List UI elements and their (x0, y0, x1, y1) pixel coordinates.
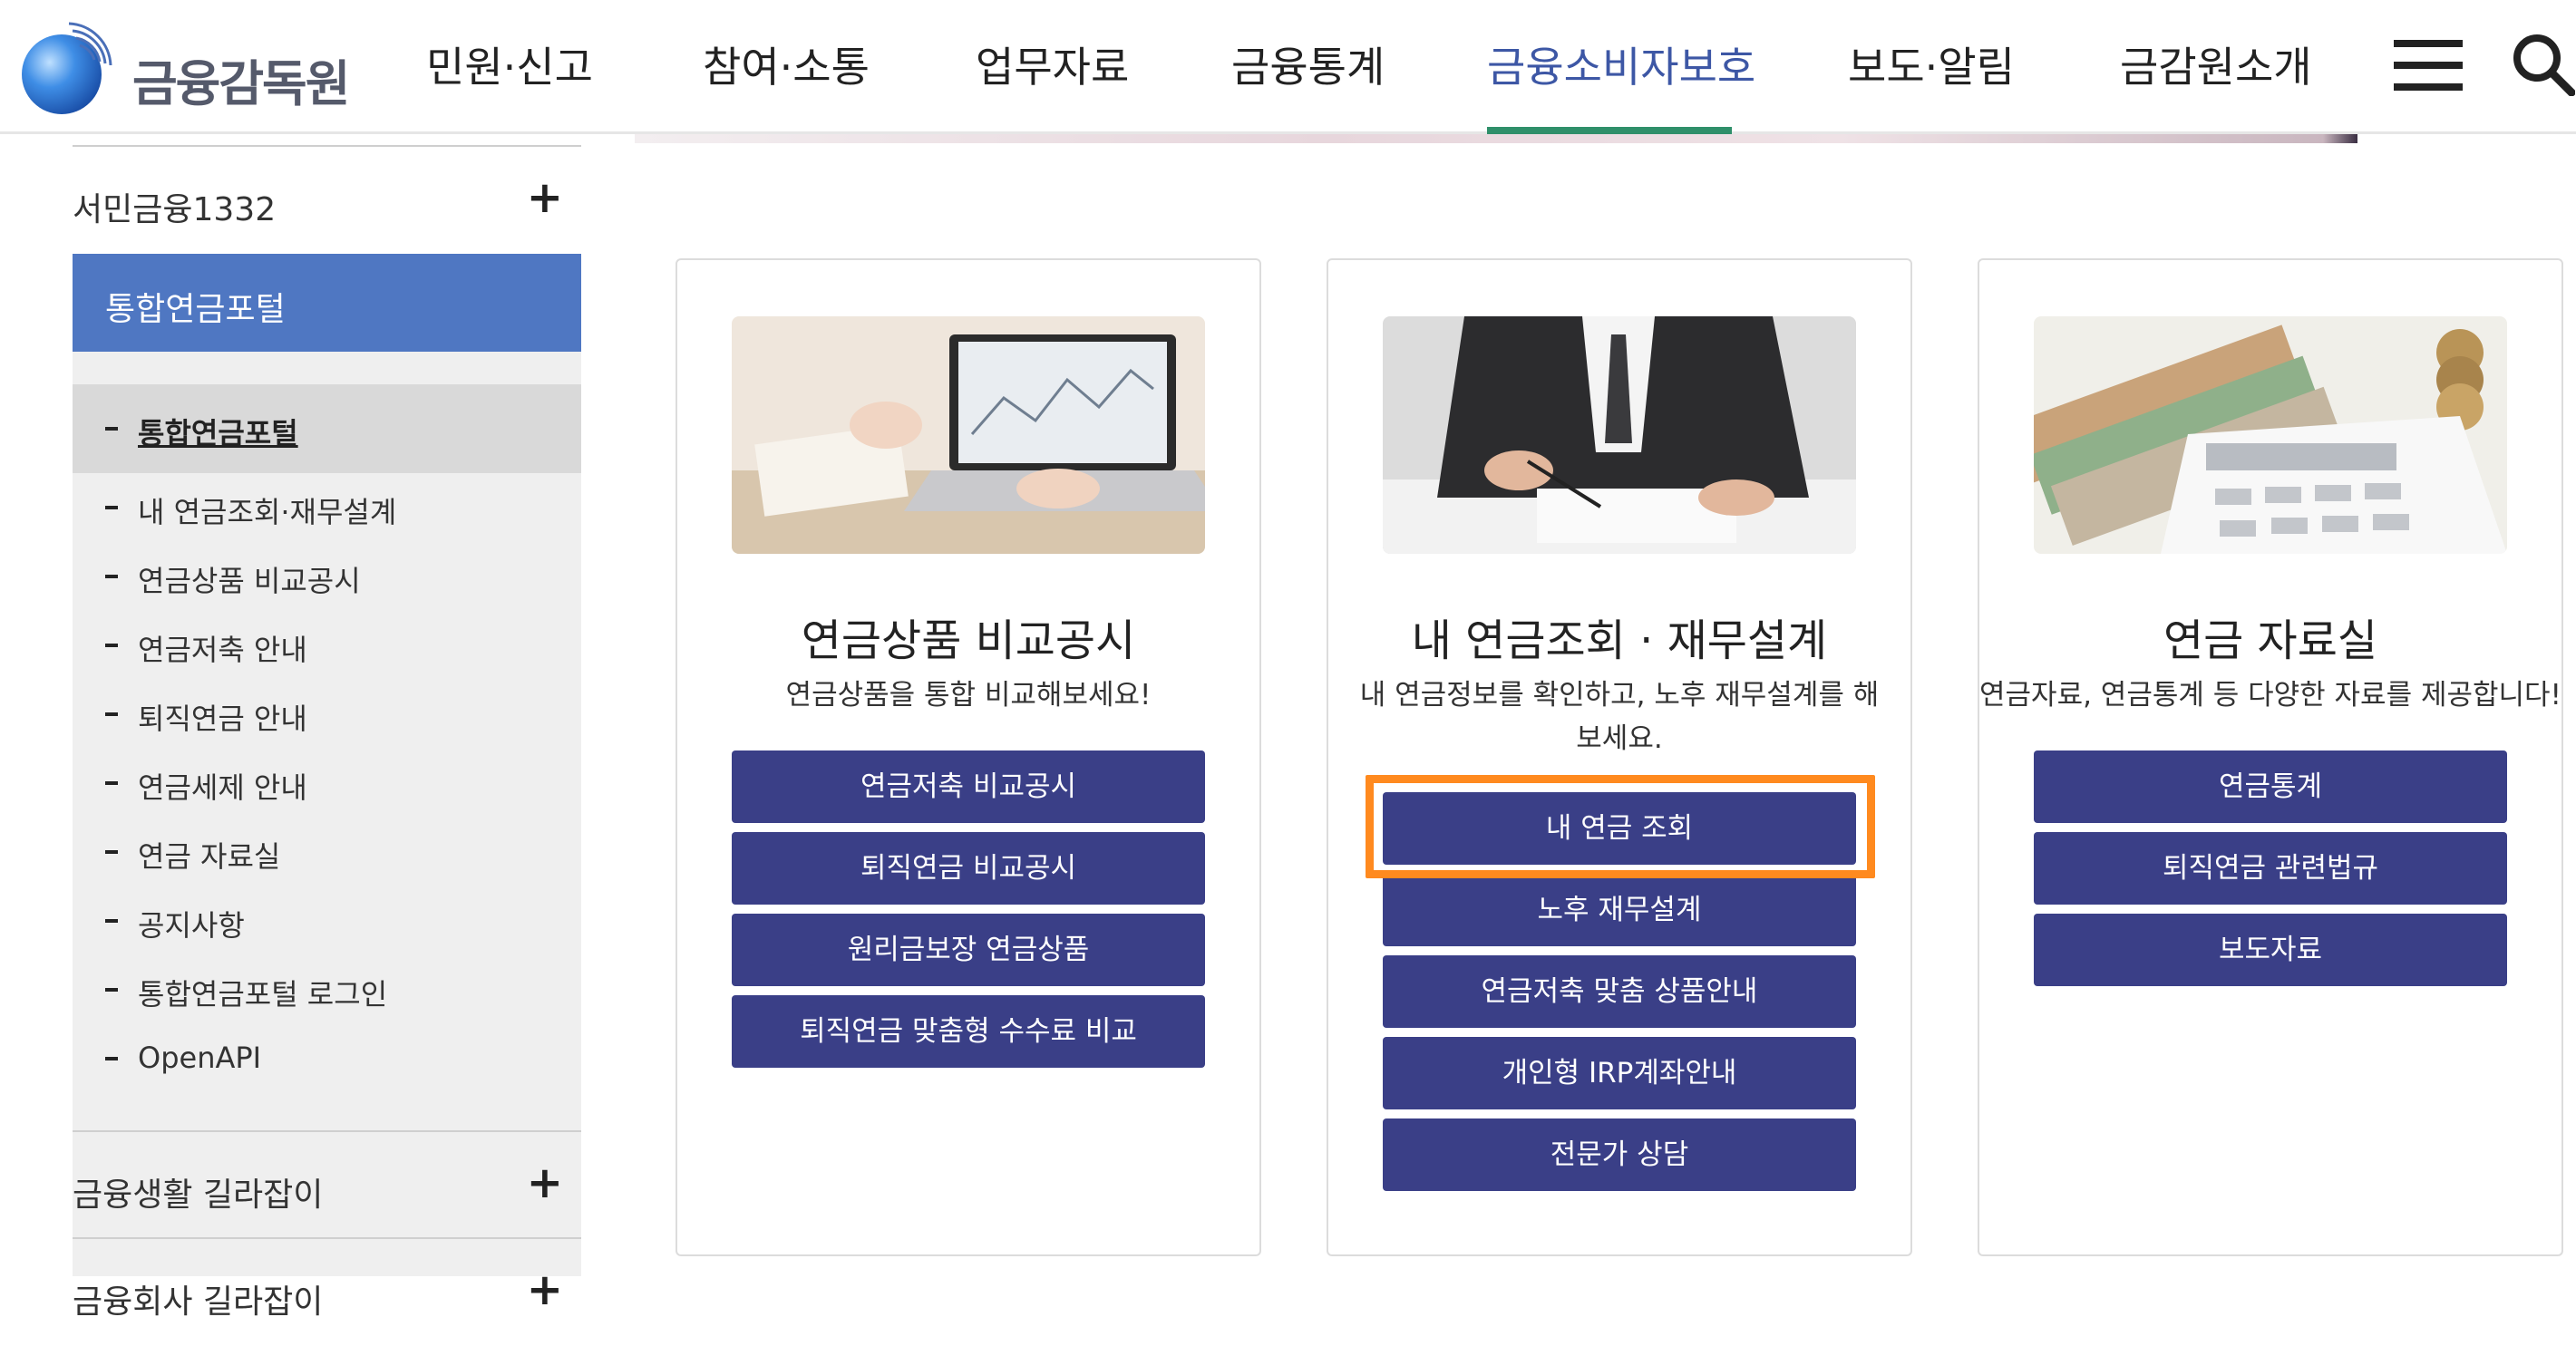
dash-icon (105, 712, 118, 716)
retirement-fee-compare-button[interactable]: 퇴직연금 맞춤형 수수료 비교 (732, 995, 1205, 1068)
retirement-regulations-button[interactable]: 퇴직연금 관련법규 (2034, 832, 2507, 905)
submenu-item-pension-portal[interactable]: 통합연금포털 (73, 402, 581, 456)
card-product-compare: 연금상품 비교공시 연금상품을 통합 비교해보세요! 연금저축 비교공시 퇴직연… (676, 258, 1261, 1256)
sidebar-item-label: 금융회사 길라잡이 (73, 1283, 324, 1321)
card-my-pension: 내 연금조회 · 재무설계 내 연금정보를 확인하고, 노후 재무설계를 해보세… (1327, 258, 1912, 1256)
pension-statistics-button[interactable]: 연금통계 (2034, 750, 2507, 823)
submenu-item-label: OpenAPI (138, 1041, 262, 1075)
card-title: 연금상품 비교공시 (801, 615, 1136, 666)
sidebar-item-financial-life-guide[interactable]: 금융생활 길라잡이 + (73, 1130, 581, 1239)
submenu-item-label: 연금상품 비교공시 (138, 564, 361, 598)
nav-about[interactable]: 금감원소개 (2120, 34, 2312, 94)
submenu-item-portal-login[interactable]: 통합연금포털 로그인 (73, 963, 581, 1017)
laptop-chart-photo-icon (732, 316, 1205, 554)
irp-account-guide-button[interactable]: 개인형 IRP계좌안내 (1383, 1037, 1856, 1109)
businessman-signing-photo-icon (1383, 316, 1856, 554)
submenu-item-label: 통합연금포털 (138, 416, 298, 450)
submenu-item-savings-guide[interactable]: 연금저축 안내 (73, 618, 581, 673)
card-description: 내 연금정보를 확인하고, 노후 재무설계를 해보세요. (1359, 679, 1880, 755)
nav-press[interactable]: 보도·알림 (1848, 34, 2015, 94)
nav-work-materials[interactable]: 업무자료 (976, 34, 1129, 94)
search-icon[interactable] (2512, 33, 2575, 96)
hamburger-menu-icon[interactable] (2394, 40, 2463, 91)
principal-guaranteed-button[interactable]: 원리금보장 연금상품 (732, 914, 1205, 986)
card-title: 연금 자료실 (2163, 615, 2378, 666)
sidebar-item-financial-company-guide[interactable]: 금융회사 길라잡이 + (73, 1237, 581, 1346)
submenu-item-label: 연금세제 안내 (138, 770, 307, 805)
submenu-item-tax-guide[interactable]: 연금세제 안내 (73, 756, 581, 810)
card-description: 연금상품을 통합 비교해보세요! (785, 679, 1152, 712)
site-logo[interactable]: 금융감독원 (16, 18, 352, 116)
money-calculator-photo-icon (2034, 316, 2507, 554)
expert-consultation-button[interactable]: 전문가 상담 (1383, 1118, 1856, 1191)
nav-consumer-protection[interactable]: 금융소비자보호 (1487, 34, 1755, 94)
sidebar-item-label: 서민금융1332 (73, 191, 277, 228)
sidebar-section-pension-portal[interactable]: 통합연금포털 (73, 254, 581, 352)
submenu-item-label: 통합연금포털 로그인 (138, 977, 388, 1012)
active-nav-indicator (1487, 127, 1732, 134)
dash-icon (105, 427, 118, 431)
submenu-item-product-compare[interactable]: 연금상품 비교공시 (73, 549, 581, 604)
logo-text: 금융감독원 (132, 55, 350, 112)
submenu-item-label: 연금 자료실 (138, 839, 281, 874)
submenu-item-label: 연금저축 안내 (138, 633, 307, 667)
sidebar-item-label: 금융생활 길라잡이 (73, 1177, 324, 1214)
expand-plus-icon[interactable]: + (527, 172, 563, 223)
nav-complaints[interactable]: 민원·신고 (426, 34, 593, 94)
dash-icon (105, 988, 118, 992)
submenu-item-my-pension[interactable]: 내 연금조회·재무설계 (73, 480, 581, 535)
card-description: 연금자료, 연금통계 등 다양한 자료를 제공합니다! (1979, 679, 2561, 712)
sidebar-section-label: 통합연금포털 (105, 291, 286, 328)
banner-strip (635, 134, 2357, 143)
dash-icon (105, 781, 118, 785)
nav-financial-stats[interactable]: 금융통계 (1231, 34, 1385, 94)
card-title: 내 연금조회 · 재무설계 (1411, 615, 1828, 666)
sidebar: 서민금융1332 + 통합연금포털 통합연금포털 내 연금조회·재무설계 연금상… (73, 145, 581, 1321)
expand-plus-icon[interactable]: + (527, 1157, 563, 1208)
custom-product-guide-button[interactable]: 연금저축 맞춤 상품안내 (1383, 955, 1856, 1028)
sidebar-item-seomin-1332[interactable]: 서민금융1332 + (73, 145, 581, 254)
nav-participation[interactable]: 참여·소통 (703, 34, 870, 94)
submenu-item-retirement-guide[interactable]: 퇴직연금 안내 (73, 687, 581, 741)
retirement-compare-button[interactable]: 퇴직연금 비교공시 (732, 832, 1205, 905)
submenu-item-label: 공지사항 (138, 908, 245, 943)
submenu-item-openapi[interactable]: OpenAPI (73, 1031, 581, 1086)
card-pension-library: 연금 자료실 연금자료, 연금통계 등 다양한 자료를 제공합니다! 연금통계 … (1978, 258, 2563, 1256)
dash-icon (105, 1057, 118, 1060)
dash-icon (105, 644, 118, 647)
retirement-financial-plan-button[interactable]: 노후 재무설계 (1383, 874, 1856, 946)
dash-icon (105, 919, 118, 923)
dash-icon (105, 506, 118, 509)
logo-globe-icon (22, 22, 112, 114)
savings-compare-button[interactable]: 연금저축 비교공시 (732, 750, 1205, 823)
dash-icon (105, 575, 118, 578)
press-release-button[interactable]: 보도자료 (2034, 914, 2507, 986)
site-header: 금융감독원 민원·신고 참여·소통 업무자료 금융통계 금융소비자보호 보도·알… (0, 0, 2576, 134)
submenu-item-label: 내 연금조회·재무설계 (138, 495, 397, 529)
submenu-item-label: 퇴직연금 안내 (138, 702, 307, 736)
highlight-box (1366, 775, 1875, 878)
dash-icon (105, 850, 118, 854)
expand-plus-icon[interactable]: + (527, 1264, 563, 1315)
submenu-item-notices[interactable]: 공지사항 (73, 894, 581, 948)
submenu-item-pension-library[interactable]: 연금 자료실 (73, 825, 581, 879)
